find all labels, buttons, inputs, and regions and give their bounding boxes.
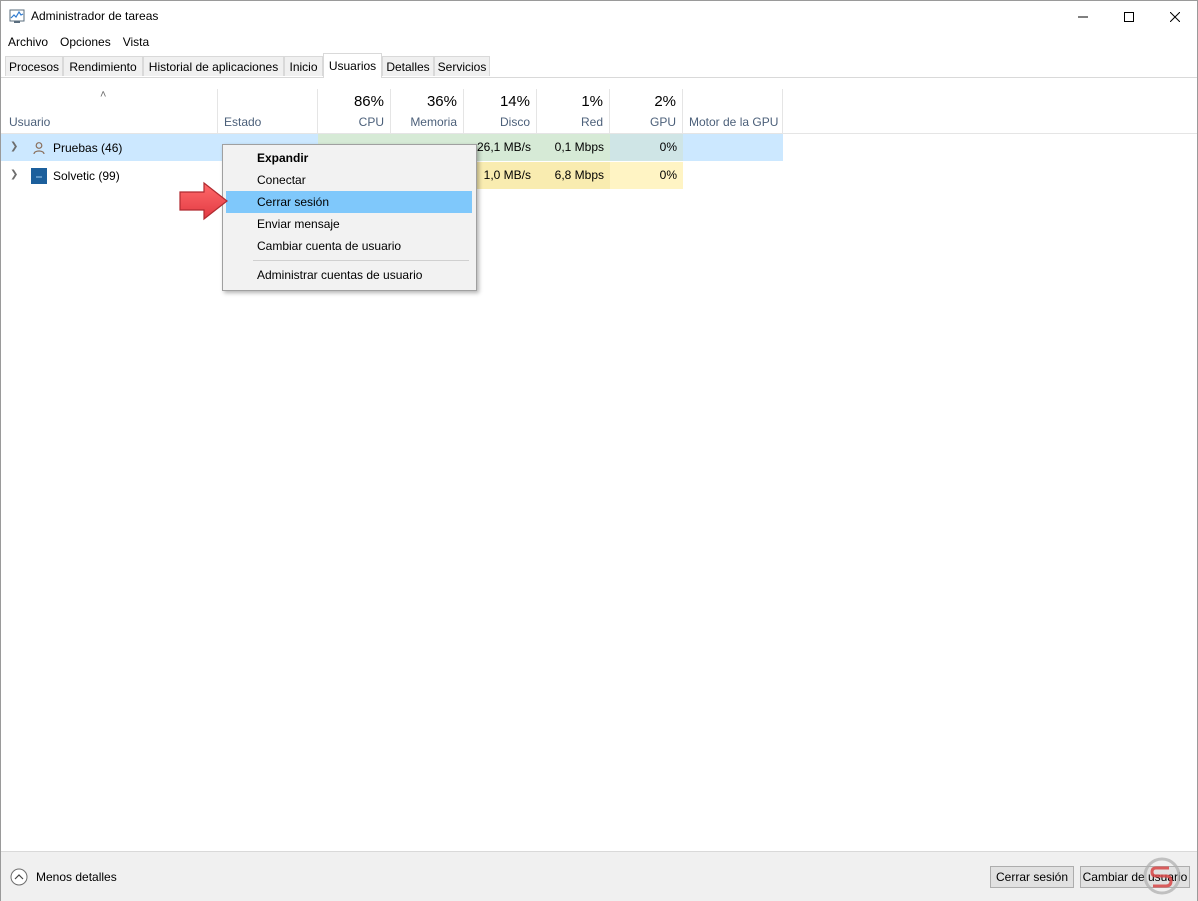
chevron-right-icon[interactable]: ❯ bbox=[10, 169, 18, 180]
minimize-button[interactable] bbox=[1060, 1, 1106, 32]
menu-item-cambiar-cuenta[interactable]: Cambiar cuenta de usuario bbox=[226, 235, 472, 257]
close-button[interactable] bbox=[1152, 1, 1198, 32]
memoria-percent: 36% bbox=[426, 93, 457, 110]
gpu-label: GPU bbox=[649, 115, 676, 129]
column-gpu[interactable]: 2% GPU bbox=[610, 89, 683, 133]
menu-archivo[interactable]: Archivo bbox=[1, 32, 53, 52]
column-header: ˄ Usuario Estado 86% CPU 36% Memoria 14%… bbox=[1, 89, 1197, 134]
column-memoria[interactable]: 36% Memoria bbox=[391, 89, 464, 133]
window-title: Administrador de tareas bbox=[31, 9, 159, 23]
tab-usuarios[interactable]: Usuarios bbox=[323, 53, 382, 78]
user-icon bbox=[33, 142, 45, 155]
tab-strip: Procesos Rendimiento Historial de aplica… bbox=[1, 53, 1197, 78]
column-estado-label: Estado bbox=[224, 115, 262, 129]
memoria-label: Memoria bbox=[410, 115, 457, 129]
chevron-right-icon[interactable]: ❯ bbox=[10, 141, 18, 152]
menu-item-expandir[interactable]: Expandir bbox=[226, 147, 472, 169]
sort-ascending-icon: ˄ bbox=[100, 89, 107, 101]
task-manager-window: Administrador de tareas Archivo Opciones… bbox=[0, 0, 1198, 901]
less-details-link[interactable]: Menos detalles bbox=[36, 870, 117, 884]
title-bar: Administrador de tareas bbox=[1, 1, 1197, 32]
gpu-cell: 0% bbox=[610, 162, 683, 189]
logout-button[interactable]: Cerrar sesión bbox=[990, 866, 1074, 888]
red-percent: 1% bbox=[581, 93, 603, 110]
motor-gpu-label: Motor de la GPU bbox=[689, 115, 779, 129]
gpu-cell: 0% bbox=[610, 134, 683, 161]
tab-procesos[interactable]: Procesos bbox=[5, 56, 63, 76]
column-motor-gpu[interactable]: Motor de la GPU bbox=[683, 89, 783, 133]
column-disco[interactable]: 14% Disco bbox=[464, 89, 537, 133]
disco-percent: 14% bbox=[499, 93, 530, 110]
column-red[interactable]: 1% Red bbox=[537, 89, 610, 133]
column-estado[interactable]: Estado bbox=[218, 89, 318, 133]
menu-vista[interactable]: Vista bbox=[116, 32, 154, 52]
menu-item-conectar[interactable]: Conectar bbox=[226, 169, 472, 191]
red-cell: 6,8 Mbps bbox=[537, 162, 610, 189]
maximize-icon bbox=[1124, 11, 1134, 22]
gpu-percent: 2% bbox=[654, 93, 676, 110]
user-name: Solvetic (99) bbox=[53, 169, 120, 183]
menu-separator bbox=[253, 260, 469, 261]
tab-rendimiento[interactable]: Rendimiento bbox=[63, 56, 143, 76]
tab-historial[interactable]: Historial de aplicaciones bbox=[143, 56, 284, 76]
menu-item-enviar-mensaje[interactable]: Enviar mensaje bbox=[226, 213, 472, 235]
footer: Menos detalles Cerrar sesión Cambiar de … bbox=[1, 851, 1197, 901]
disco-label: Disco bbox=[499, 115, 530, 129]
chevron-up-icon[interactable] bbox=[10, 868, 28, 886]
maximize-button[interactable] bbox=[1106, 1, 1152, 32]
minimize-icon bbox=[1078, 16, 1088, 17]
cpu-percent: 86% bbox=[353, 93, 384, 110]
column-usuario[interactable]: ˄ Usuario bbox=[1, 89, 218, 133]
tab-detalles[interactable]: Detalles bbox=[382, 56, 434, 76]
close-icon bbox=[1170, 11, 1180, 22]
watermark-logo bbox=[1143, 857, 1181, 895]
task-manager-icon bbox=[9, 9, 25, 23]
menu-opciones[interactable]: Opciones bbox=[53, 32, 116, 52]
cpu-label: CPU bbox=[358, 115, 384, 129]
menu-item-administrar-cuentas[interactable]: Administrar cuentas de usuario bbox=[226, 264, 472, 286]
user-name: Pruebas (46) bbox=[53, 141, 123, 155]
arrow-annotation-icon bbox=[179, 181, 228, 221]
menu-bar: Archivo Opciones Vista bbox=[1, 32, 154, 52]
tab-inicio[interactable]: Inicio bbox=[284, 56, 323, 76]
context-menu: Expandir Conectar Cerrar sesión Enviar m… bbox=[222, 144, 477, 291]
red-label: Red bbox=[580, 115, 603, 129]
red-cell: 0,1 Mbps bbox=[537, 134, 610, 161]
column-usuario-label: Usuario bbox=[9, 115, 51, 129]
column-cpu[interactable]: 86% CPU bbox=[318, 89, 391, 133]
menu-item-cerrar-sesion[interactable]: Cerrar sesión bbox=[226, 191, 472, 213]
user-icon bbox=[31, 168, 47, 184]
tab-servicios[interactable]: Servicios bbox=[434, 56, 490, 76]
